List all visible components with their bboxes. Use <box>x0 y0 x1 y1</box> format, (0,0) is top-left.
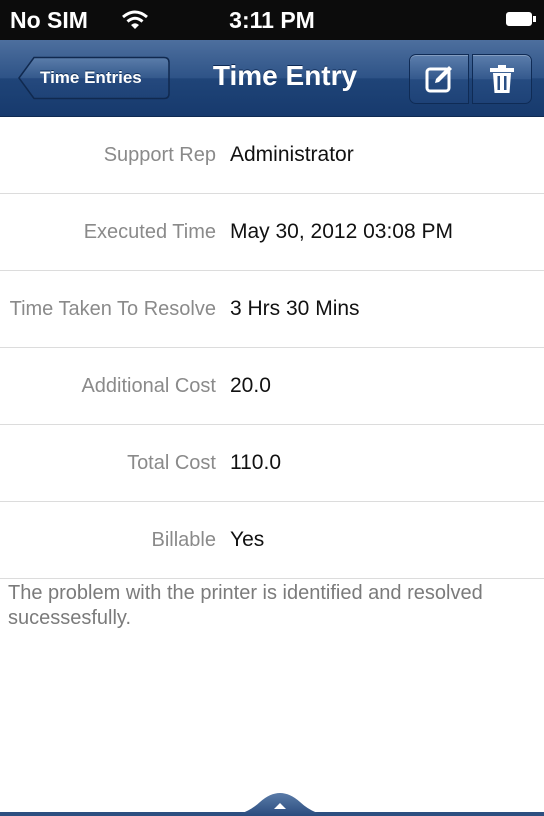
trash-icon <box>490 65 514 93</box>
edit-button[interactable] <box>409 54 469 104</box>
detail-value: Yes <box>230 528 265 551</box>
edit-icon <box>425 66 452 93</box>
detail-row-billable: Billable Yes <box>0 502 544 579</box>
detail-value: Administrator <box>230 143 354 166</box>
detail-label: Executed Time <box>83 220 216 243</box>
delete-button[interactable] <box>472 54 532 104</box>
detail-row-executed-time: Executed Time May 30, 2012 03:08 PM <box>0 194 544 271</box>
back-button[interactable]: Time Entries <box>18 56 170 100</box>
details-list: Support Rep Administrator Executed Time … <box>0 117 544 579</box>
detail-value: May 30, 2012 03:08 PM <box>230 220 453 243</box>
detail-value: 20.0 <box>230 374 271 397</box>
description-note: The problem with the printer is identifi… <box>8 582 483 629</box>
detail-label: Total Cost <box>127 451 216 474</box>
clock: 3:11 PM <box>229 7 315 33</box>
navigation-bar: Time Entries Time Entry <box>0 40 544 117</box>
back-button-label: Time Entries <box>40 68 142 87</box>
detail-value: 3 Hrs 30 Mins <box>230 297 360 320</box>
battery-icon <box>506 12 536 26</box>
pull-up-tab[interactable] <box>225 790 335 816</box>
detail-row-support-rep: Support Rep Administrator <box>0 117 544 194</box>
detail-row-additional-cost: Additional Cost 20.0 <box>0 348 544 425</box>
detail-label: Additional Cost <box>81 374 216 397</box>
detail-label: Time Taken To Resolve <box>9 297 216 320</box>
detail-row-time-taken: Time Taken To Resolve 3 Hrs 30 Mins <box>0 271 544 348</box>
detail-value: 110.0 <box>230 451 281 474</box>
detail-label: Billable <box>151 528 216 551</box>
status-bar: No SIM 3:11 PM <box>0 0 544 40</box>
detail-label: Support Rep <box>103 143 216 166</box>
page-title: Time Entry <box>212 60 358 91</box>
detail-row-total-cost: Total Cost 110.0 <box>0 425 544 502</box>
